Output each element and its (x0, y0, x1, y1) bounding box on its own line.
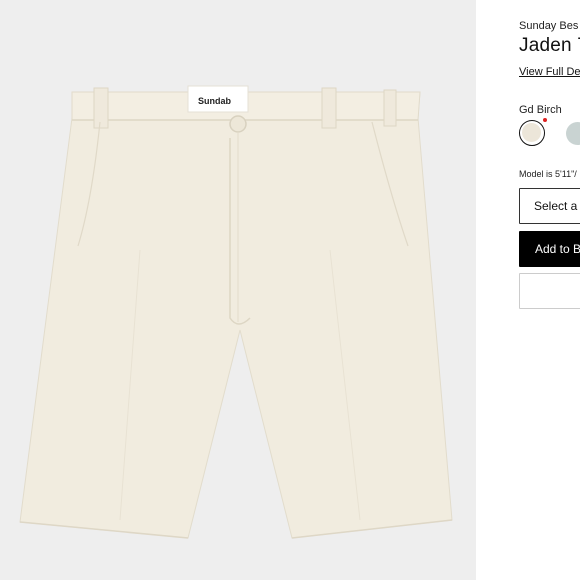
view-full-details-link[interactable]: View Full De (519, 66, 580, 78)
color-swatch-sage[interactable] (564, 120, 580, 146)
add-to-bag-label: Add to B (535, 242, 580, 256)
product-image-panel: Sundab (0, 0, 476, 580)
size-select-label: Select a (534, 199, 578, 213)
swatch-color-fill (565, 121, 580, 145)
product-page: Sundab Sunday Bes Jaden 7 View Full De G… (0, 0, 580, 580)
product-details-panel: Sunday Bes Jaden 7 View Full De Gd Birch… (519, 0, 580, 580)
add-to-bag-button[interactable]: Add to B (519, 231, 580, 267)
size-select-dropdown[interactable]: Select a (519, 188, 580, 224)
selected-color-name: Gd Birch (519, 104, 562, 116)
secondary-action-button[interactable] (519, 273, 580, 309)
model-size-info: Model is 5'11"/ (519, 169, 577, 179)
product-label-text: Sundab (198, 96, 231, 106)
product-brand: Sunday Bes (519, 20, 579, 32)
new-color-marker-icon (543, 118, 547, 122)
product-title: Jaden 7 (519, 35, 580, 56)
product-image-shorts (0, 0, 476, 580)
swatch-color-fill (522, 123, 541, 142)
color-swatch-gd-birch[interactable] (519, 120, 545, 146)
